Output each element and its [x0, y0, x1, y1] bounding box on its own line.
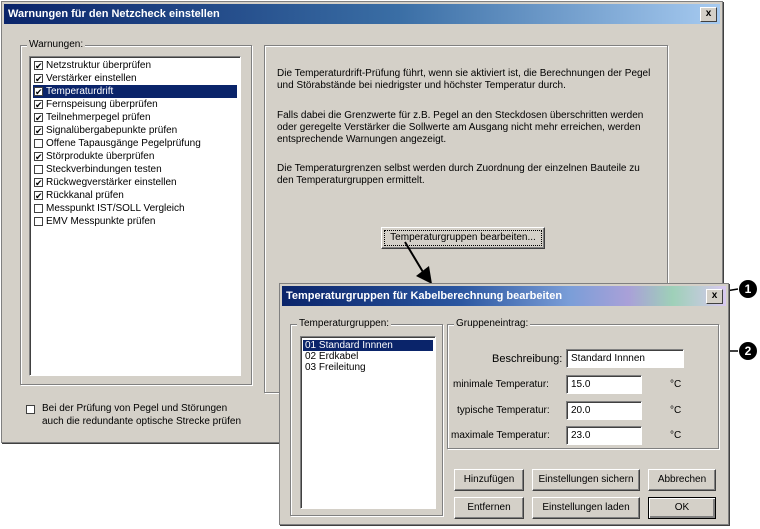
typical-temperature-field[interactable]: 20.0	[566, 401, 642, 420]
temperature-groups-close-button[interactable]: x	[706, 289, 723, 304]
groups-list[interactable]: 01 Standard Innnen 02 Erdkabel 03 Freileit…	[300, 336, 436, 509]
min-temperature-label: minimale Temperatur:	[453, 379, 549, 390]
description-label: Beschreibung:	[492, 353, 563, 365]
temperature-groups-dialog: Temperaturgruppen für Kabelberechnung be…	[279, 283, 729, 525]
callout-2: 2	[739, 342, 757, 360]
cancel-label: Abbrechen	[657, 474, 707, 485]
typical-temperature-unit: °C	[670, 405, 682, 416]
save-settings-label: Einstellungen sichern	[538, 474, 634, 485]
ok-button[interactable]: OK	[648, 497, 716, 519]
add-button-label: Hinzufügen	[463, 474, 515, 485]
temperature-groups-title: Temperaturgruppen für Kabelberechnung be…	[286, 290, 563, 302]
ok-label: OK	[674, 502, 690, 513]
groups-list-group: Temperaturgruppen: 01 Standard Innnen 02 …	[290, 318, 443, 516]
load-settings-label: Einstellungen laden	[542, 502, 630, 513]
description-field[interactable]: Standard Innnen	[566, 349, 684, 368]
min-temperature-unit: °C	[670, 379, 682, 390]
remove-label: Entfernen	[467, 502, 511, 513]
typical-temperature-label: typische Temperatur:	[457, 405, 550, 416]
load-settings-button[interactable]: Einstellungen laden	[532, 497, 640, 519]
cancel-button[interactable]: Abbrechen	[648, 469, 716, 491]
callout-1: 1	[739, 280, 757, 298]
temperature-groups-titlebar[interactable]: Temperaturgruppen für Kabelberechnung be…	[282, 286, 726, 306]
group-entry-group: Gruppeneintrag: Beschreibung: Standard I…	[447, 318, 719, 449]
group-list-item[interactable]: 01 Standard Innnen	[303, 340, 433, 351]
max-temperature-field[interactable]: 23.0	[566, 426, 642, 445]
min-temperature-field[interactable]: 15.0	[566, 375, 642, 394]
group-list-item[interactable]: 02 Erdkabel	[303, 351, 433, 362]
groups-list-label: Temperaturgruppen:	[297, 318, 392, 329]
close-icon: x	[711, 290, 718, 301]
save-settings-button[interactable]: Einstellungen sichern	[532, 469, 640, 491]
remove-button[interactable]: Entfernen	[454, 497, 524, 519]
group-list-item[interactable]: 03 Freileitung	[303, 362, 433, 373]
max-temperature-label: maximale Temperatur:	[451, 430, 550, 441]
group-entry-label: Gruppeneintrag:	[454, 318, 531, 329]
max-temperature-unit: °C	[670, 430, 682, 441]
add-button[interactable]: Hinzufügen	[454, 469, 524, 491]
